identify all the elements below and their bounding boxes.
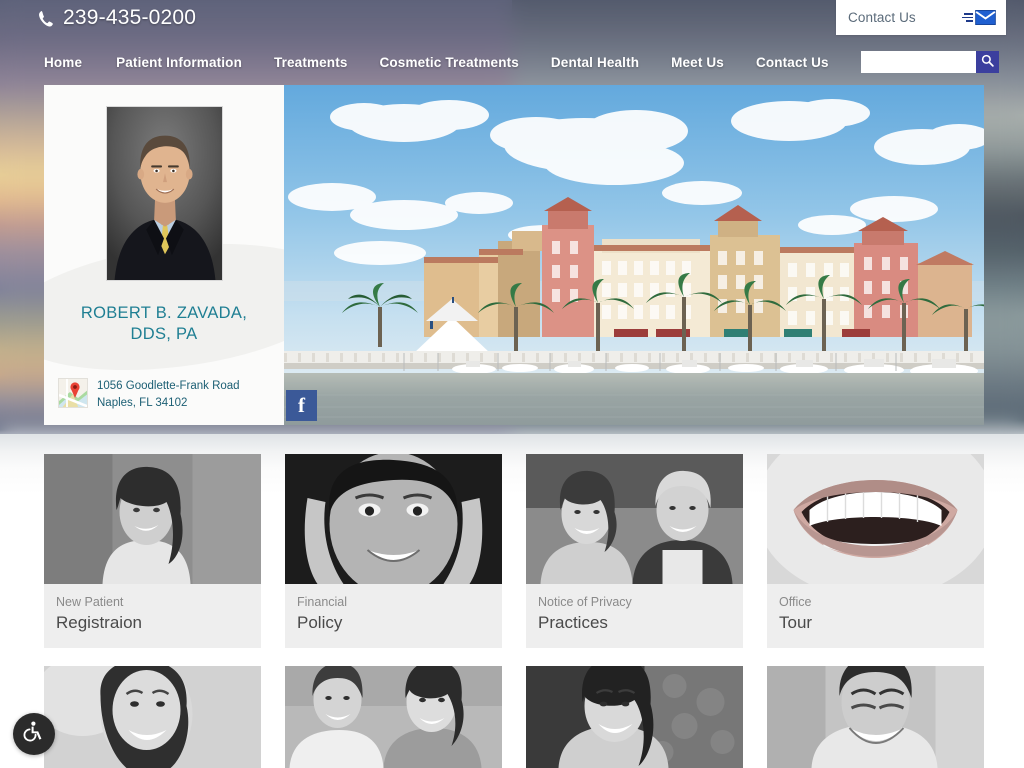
card-subtitle: Notice of Privacy bbox=[538, 595, 632, 609]
search-button[interactable] bbox=[975, 51, 999, 73]
accessibility-button[interactable] bbox=[13, 713, 55, 755]
card-image bbox=[285, 666, 502, 768]
address-line-1: 1056 Goodlette-Frank Road bbox=[97, 380, 240, 393]
card-body: Notice of Privacy Practices bbox=[526, 584, 743, 648]
phone-icon bbox=[38, 10, 54, 28]
card-notice-of-privacy-practices[interactable]: Notice of Privacy Practices bbox=[526, 454, 743, 648]
doctor-name: ROBERT B. ZAVADA, DDS, PA bbox=[44, 303, 284, 345]
address-text: 1056 Goodlette-Frank Road Naples, FL 341… bbox=[97, 378, 240, 411]
card-title: Tour bbox=[779, 613, 813, 632]
nav-item-dental-health[interactable]: Dental Health bbox=[551, 55, 639, 70]
card-row2-item-2[interactable] bbox=[285, 666, 502, 768]
search-icon bbox=[981, 54, 994, 70]
card-title: Registraion bbox=[56, 613, 142, 632]
nav-item-meet-us[interactable]: Meet Us bbox=[671, 55, 724, 70]
card-image bbox=[44, 666, 261, 768]
card-body: New Patient Registraion bbox=[44, 584, 261, 648]
card-image bbox=[285, 454, 502, 584]
envelope-icon bbox=[962, 10, 996, 25]
nav-item-cosmetic-treatments[interactable]: Cosmetic Treatments bbox=[380, 55, 519, 70]
google-maps-icon bbox=[58, 378, 88, 409]
site-header: 239-435-0200 Contact Us Home Patient Inf… bbox=[0, 0, 1024, 83]
feature-cards-row-2 bbox=[44, 666, 984, 768]
search-input[interactable] bbox=[860, 51, 976, 73]
card-subtitle: New Patient bbox=[56, 595, 124, 609]
phone-number: 239-435-0200 bbox=[63, 6, 197, 29]
nav-item-patient-information[interactable]: Patient Information bbox=[116, 55, 242, 70]
card-row2-item-3[interactable] bbox=[526, 666, 743, 768]
address-line-2: Naples, FL 34102 bbox=[97, 396, 188, 409]
hero-image bbox=[284, 85, 984, 425]
doctor-name-line2: DDS, PA bbox=[130, 325, 198, 344]
hero-section: ROBERT B. ZAVADA, DDS, PA 1056 Goodlette… bbox=[44, 85, 984, 425]
doctor-portrait-photo bbox=[105, 106, 223, 281]
facebook-icon[interactable]: f bbox=[286, 390, 317, 421]
card-body: Financial Policy bbox=[285, 584, 502, 648]
card-image bbox=[526, 666, 743, 768]
office-address[interactable]: 1056 Goodlette-Frank Road Naples, FL 341… bbox=[58, 378, 240, 411]
main-navigation: Home Patient Information Treatments Cosm… bbox=[44, 48, 999, 76]
card-row2-item-1[interactable] bbox=[44, 666, 261, 768]
nav-item-contact-us[interactable]: Contact Us bbox=[756, 55, 829, 70]
header-phone[interactable]: 239-435-0200 bbox=[38, 6, 196, 30]
contact-us-label: Contact Us bbox=[848, 10, 916, 25]
nav-item-home[interactable]: Home bbox=[44, 55, 82, 70]
doctor-name-line1: ROBERT B. ZAVADA, bbox=[80, 304, 248, 322]
nav-item-treatments[interactable]: Treatments bbox=[274, 55, 348, 70]
card-row2-item-4[interactable] bbox=[767, 666, 984, 768]
card-title: Practices bbox=[538, 613, 608, 632]
feature-cards-row-1: New Patient Registraion Financial Policy… bbox=[44, 454, 984, 648]
card-image bbox=[526, 454, 743, 584]
wheelchair-icon bbox=[22, 720, 46, 749]
search-form bbox=[860, 51, 999, 73]
card-office-tour[interactable]: Office Tour bbox=[767, 454, 984, 648]
card-new-patient-registration[interactable]: New Patient Registraion bbox=[44, 454, 261, 648]
card-subtitle: Office bbox=[779, 595, 812, 609]
card-image bbox=[767, 666, 984, 768]
doctor-card: ROBERT B. ZAVADA, DDS, PA 1056 Goodlette… bbox=[44, 85, 284, 425]
card-title: Policy bbox=[297, 613, 343, 632]
card-body: Office Tour bbox=[767, 584, 984, 648]
card-subtitle: Financial bbox=[297, 595, 348, 609]
card-image bbox=[767, 454, 984, 584]
card-image bbox=[44, 454, 261, 584]
card-financial-policy[interactable]: Financial Policy bbox=[285, 454, 502, 648]
contact-us-box[interactable]: Contact Us bbox=[836, 0, 1006, 35]
